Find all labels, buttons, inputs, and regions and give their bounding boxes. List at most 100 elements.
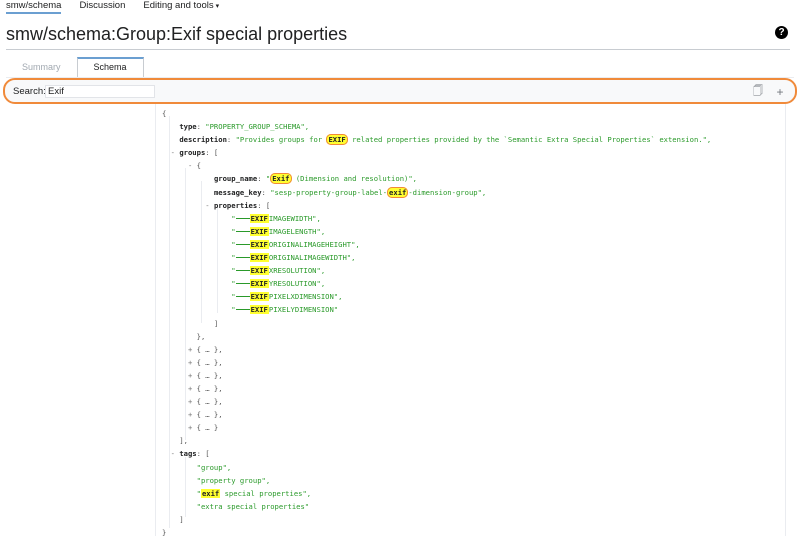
nav-tab-editing-tools[interactable]: Editing and tools ▾	[143, 0, 219, 14]
json-line: - {	[187, 161, 201, 171]
nav-tab-schema[interactable]: smw/schema	[6, 0, 62, 14]
json-key: groups	[179, 148, 206, 158]
tag-item: "exif special properties",	[162, 487, 711, 500]
expand-toggle[interactable]: +	[188, 345, 192, 354]
collapse-toggle[interactable]: -	[171, 148, 175, 157]
json-line-tags: - tags: [	[170, 449, 210, 459]
expand-toggle[interactable]: +	[188, 410, 192, 419]
json-value: PIXELYDIMENSION"	[268, 305, 339, 315]
property-item: " EXIFPIXELXDIMENSION",	[162, 290, 711, 303]
json-key: message_key	[213, 187, 262, 197]
search-match-current: Exif	[270, 173, 292, 185]
json-key: description	[179, 135, 227, 145]
underscore-prefix	[235, 251, 250, 259]
json-line-groups: - groups: [	[170, 148, 219, 158]
json-key: type	[179, 122, 197, 132]
property-item: " EXIFIMAGELENGTH",	[162, 225, 711, 238]
json-value: IMAGELENGTH",	[268, 226, 326, 236]
json-value: YRESOLUTION",	[268, 279, 326, 289]
json-value: IMAGEWIDTH",	[268, 213, 321, 223]
json-line-description: description: "Provides groups for EXIF r…	[179, 134, 712, 146]
json-value: XRESOLUTION",	[268, 266, 326, 276]
json-value: -dimension-group",	[408, 187, 487, 197]
nav-tab-discussion[interactable]: Discussion	[79, 0, 125, 14]
properties-list: " EXIFIMAGEWIDTH", " EXIFIMAGELENGTH", " EX…	[162, 212, 711, 317]
property-item: " EXIFYRESOLUTION",	[162, 277, 711, 290]
top-navigation: smw/schema Discussion Editing and tools ▾	[6, 0, 219, 14]
expand-toggle[interactable]: +	[188, 397, 192, 406]
json-tree: { type: "PROPERTY_GROUP_SCHEMA", descrip…	[162, 107, 711, 536]
page-title: smw/schema:Group:Exif special properties	[6, 24, 348, 44]
collapsed-group: + { … },	[162, 369, 711, 382]
search-match: EXIF	[249, 253, 269, 263]
json-value: special properties",	[220, 488, 312, 498]
collapse-toggle[interactable]: -	[188, 161, 192, 170]
collapsed-object[interactable]: { … },	[197, 397, 223, 406]
tag-item: "property group",	[162, 474, 711, 487]
json-line-properties: - properties: [	[205, 200, 271, 210]
help-icon[interactable]: ?	[775, 26, 788, 39]
tags-list: "group", "property group", "exif special…	[162, 461, 711, 513]
json-line: }	[162, 528, 167, 536]
title-divider	[6, 49, 790, 50]
json-value: "Provides groups for	[235, 135, 327, 145]
json-value: related properties provided by the `Sema…	[347, 135, 712, 145]
json-key: properties	[213, 200, 258, 210]
json-value: (Dimension and resolution)",	[291, 174, 418, 184]
json-line: {	[162, 109, 167, 118]
search-match: EXIF	[249, 213, 269, 223]
json-value: "PROPERTY_GROUP_SCHEMA",	[205, 122, 310, 132]
property-item: " EXIFORIGINALIMAGEWIDTH",	[162, 251, 711, 264]
json-value: ORIGINALIMAGEWIDTH",	[268, 253, 356, 263]
search-match: EXIF	[249, 239, 269, 249]
collapsed-group: + { … },	[162, 356, 711, 369]
expand-toggle[interactable]: +	[188, 358, 192, 367]
json-key: tags	[179, 449, 197, 459]
underscore-prefix	[235, 264, 250, 272]
json-value: PIXELXDIMENSION",	[268, 292, 343, 302]
property-item: " EXIFPIXELYDIMENSION"	[162, 303, 711, 316]
property-item: " EXIFIMAGEWIDTH",	[162, 212, 711, 225]
schema-search-toolbar: Search: 🗍 +	[3, 78, 797, 104]
search-match: EXIF	[249, 292, 269, 302]
content-tabs: Summary Schema	[6, 57, 144, 77]
json-value: "extra special properties"	[196, 501, 310, 511]
collapse-toggle[interactable]: -	[171, 449, 175, 458]
search-match-current: EXIF	[326, 134, 348, 146]
json-line: ]	[179, 514, 184, 524]
copy-icon[interactable]: 🗍	[751, 85, 765, 99]
json-value: "property group",	[196, 475, 271, 485]
search-match: exif	[200, 488, 221, 498]
underscore-prefix	[235, 238, 250, 245]
json-value: "group",	[196, 462, 232, 472]
collapsed-object[interactable]: { … },	[197, 358, 223, 367]
json-line: ],	[179, 436, 188, 446]
expand-toggle[interactable]: +	[188, 423, 192, 432]
search-match: EXIF	[249, 266, 269, 276]
json-value: "sesp-property-group-label-	[270, 187, 388, 197]
collapsed-group: + { … },	[162, 382, 711, 395]
property-item: " EXIFXRESOLUTION",	[162, 264, 711, 277]
collapsed-object[interactable]: { … },	[197, 410, 223, 419]
json-key: group_name	[213, 174, 258, 184]
collapsed-object[interactable]: { … },	[197, 371, 223, 380]
search-input[interactable]	[45, 85, 155, 98]
expand-toggle[interactable]: +	[188, 384, 192, 393]
collapsed-group: + { … },	[162, 395, 711, 408]
collapsed-groups: + { … }, + { … }, + { … }, + { … }, + { …	[162, 343, 711, 435]
tab-schema[interactable]: Schema	[76, 57, 144, 77]
chevron-down-icon: ▾	[215, 3, 220, 10]
json-line-group-name: group_name: " Exif (Dimension and resolut…	[213, 173, 418, 185]
expand-all-icon[interactable]: +	[773, 85, 787, 99]
collapse-toggle[interactable]: -	[205, 201, 209, 210]
schema-json-viewer: { type: "PROPERTY_GROUP_SCHEMA", descrip…	[155, 104, 786, 536]
collapsed-object[interactable]: { … },	[197, 384, 223, 393]
search-match: EXIF	[249, 226, 269, 236]
expand-toggle[interactable]: +	[188, 371, 192, 380]
tab-summary[interactable]: Summary	[6, 57, 77, 77]
search-match: EXIF	[249, 305, 269, 315]
collapsed-object[interactable]: { … }	[197, 423, 219, 432]
underscore-prefix	[235, 225, 250, 232]
property-item: " EXIFORIGINALIMAGEHEIGHT",	[162, 238, 711, 251]
collapsed-object[interactable]: { … },	[197, 345, 223, 354]
